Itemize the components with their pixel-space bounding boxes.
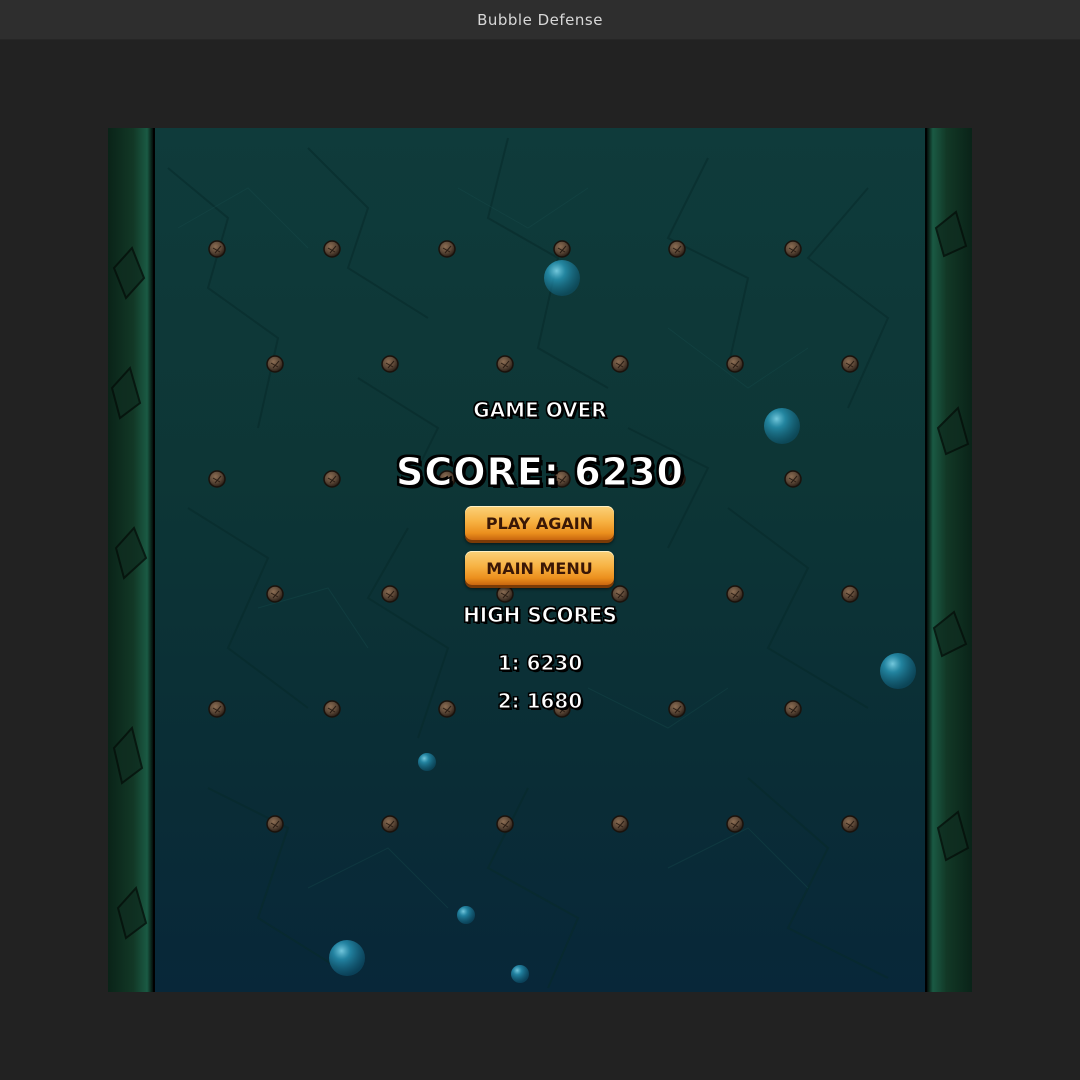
game-over-panel: GAME OVER SCORE: 6230 PLAY AGAIN MAIN ME… [108,128,972,992]
high-scores-title: HIGH SCORES [463,603,618,628]
game-over-title: GAME OVER [473,398,607,423]
main-menu-button[interactable]: MAIN MENU [465,551,614,585]
high-score-entry: 2: 1680 [497,689,583,714]
window-title: Bubble Defense [477,10,603,29]
high-score-entry: 1: 6230 [497,651,583,676]
play-again-button[interactable]: PLAY AGAIN [465,506,614,540]
game-canvas[interactable]: GAME OVER SCORE: 6230 PLAY AGAIN MAIN ME… [108,128,972,992]
final-score: SCORE: 6230 [396,450,684,495]
window-titlebar: Bubble Defense [0,0,1080,40]
